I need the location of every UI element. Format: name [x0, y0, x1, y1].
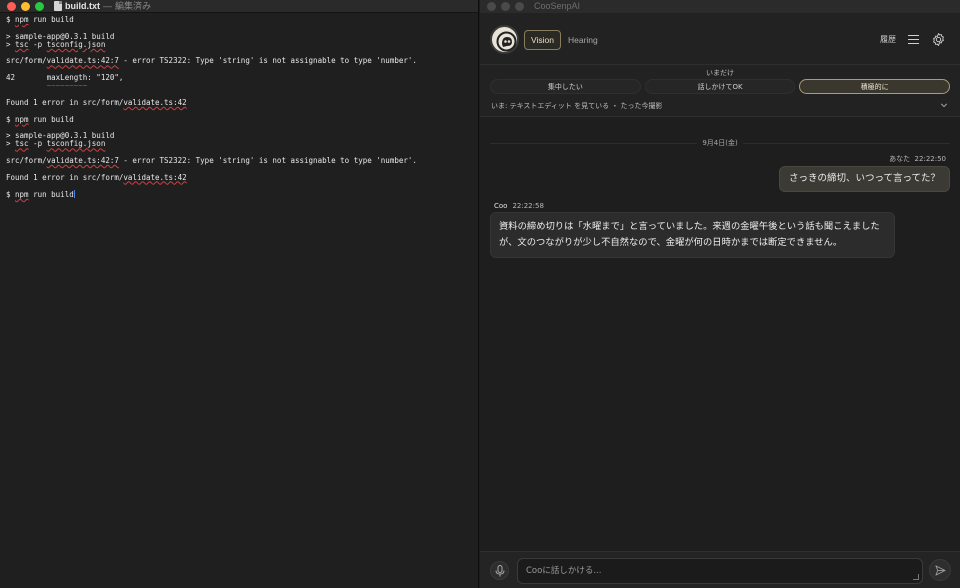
- app-header: Vision Hearing 履歴: [480, 13, 960, 65]
- zoom-window-button[interactable]: [35, 2, 44, 11]
- coo-message-line: 資料の締め切りは「水曜まで」と言っていました。来週の金曜午後という話も聞こえまし…: [499, 221, 880, 232]
- text-line: > tsc -p tsconfig.json: [0, 39, 478, 49]
- user-message-bubble: さっきの締切、いつって言ってた？: [778, 166, 950, 192]
- text-span: tsconfig.json: [46, 139, 106, 149]
- text-span: -p: [28, 39, 47, 49]
- text-line: Found 1 error in src/form/validate.ts:42: [0, 172, 478, 182]
- user-name: あなた: [889, 155, 911, 163]
- editor-filename: build.txt: [65, 1, 100, 11]
- app-titlebar: CooSenpAI: [480, 0, 960, 13]
- text-span: tsc: [15, 139, 29, 149]
- title-separator: —: [103, 1, 112, 11]
- text-span: src/form/: [6, 156, 47, 166]
- text-span: >: [6, 39, 16, 49]
- chat-log[interactable]: 9月4日(金) あなた 22:22:50 さっきの締切、いつって言ってた？ Co…: [480, 118, 960, 551]
- gear-icon[interactable]: [931, 32, 946, 47]
- chevron-down-icon[interactable]: [940, 101, 948, 109]
- text-line: ~~~~~~~~~: [0, 82, 478, 90]
- text-span: run build: [28, 114, 74, 124]
- file-icon: [54, 1, 62, 11]
- text-span: npm: [15, 190, 29, 200]
- text-line: Found 1 error in src/form/validate.ts:42: [0, 97, 478, 107]
- date-label: 9月4日(金): [697, 138, 743, 148]
- text-line: $ npm run build: [0, 15, 478, 24]
- text-span: tsc: [15, 39, 29, 49]
- user-message-meta: あなた 22:22:50: [889, 154, 946, 164]
- text-line: $ npm run build: [0, 190, 478, 200]
- close-window-button[interactable]: [487, 2, 496, 11]
- text-line: $ npm run build: [0, 114, 478, 124]
- menu-icon[interactable]: [908, 35, 919, 45]
- text-span: $: [6, 114, 16, 124]
- text-span: Found 1 error in src/form/: [6, 172, 124, 182]
- text-span: validate.ts:42: [123, 172, 187, 182]
- text-span: $: [6, 15, 16, 24]
- text-span: validate.ts:42:7: [46, 56, 119, 66]
- mode-option-ok-to-talk[interactable]: 話しかけてOK: [644, 79, 796, 94]
- text-line: src/form/validate.ts:42:7 - error TS2322…: [0, 156, 478, 166]
- history-button[interactable]: 履歴: [880, 34, 896, 46]
- zoom-window-button[interactable]: [515, 2, 524, 11]
- text-line: src/form/validate.ts:42:7 - error TS2322…: [0, 57, 478, 65]
- text-span: - error TS2322: Type 'string' is not ass…: [118, 156, 417, 166]
- text-span: tsconfig.json: [46, 39, 106, 49]
- send-icon: [935, 565, 946, 576]
- mic-button[interactable]: [490, 561, 509, 580]
- mode-segmented-control: 集中したい 話しかけてOK 積極的に: [490, 79, 951, 94]
- message-input-placeholder: Cooに話しかける...: [526, 566, 602, 576]
- send-button[interactable]: [929, 559, 951, 581]
- coo-logo-icon: [496, 31, 517, 52]
- text-span: src/form/: [6, 56, 47, 66]
- text-span: npm: [15, 114, 29, 124]
- user-time: 22:22:50: [914, 155, 946, 163]
- text-span: run build: [28, 190, 74, 200]
- editor-text-area[interactable]: $ npm run build > sample-app@0.3.1 build >…: [0, 13, 478, 199]
- date-separator: 9月4日(金): [490, 138, 950, 148]
- coo-time: 22:22:58: [512, 202, 544, 210]
- text-span: ~~~~~~~~~: [6, 81, 88, 91]
- mode-option-focus[interactable]: 集中したい: [490, 79, 641, 94]
- text-span: validate.ts:42:7: [46, 156, 119, 166]
- message-input[interactable]: Cooに話しかける...: [517, 558, 923, 584]
- text-span: npm: [15, 15, 29, 24]
- text-span: Found 1 error in src/form/: [6, 97, 124, 107]
- minimize-window-button[interactable]: [21, 2, 30, 11]
- coo-message-line: が、文のつながりが少し不自然なので、金曜が何の日時かまでは断定できません。: [499, 237, 843, 248]
- editor-titlebar: build.txt — 編集済み: [0, 0, 478, 13]
- coo-avatar: [490, 25, 519, 54]
- text-span: $: [6, 190, 16, 200]
- text-span: validate.ts:42: [123, 97, 187, 107]
- now-status: いま: テキストエディット を見ている ・ たった今撮影: [491, 102, 663, 110]
- text-span: - error TS2322: Type 'string' is not ass…: [118, 56, 417, 66]
- composer: Cooに話しかける...: [480, 551, 960, 588]
- mode-label: いまだけ: [706, 69, 734, 77]
- coo-message-bubble: 資料の締め切りは「水曜まで」と言っていました。来週の金曜午後という話も聞こえまし…: [490, 212, 895, 258]
- mic-icon: [495, 565, 505, 577]
- minimize-window-button[interactable]: [501, 2, 510, 11]
- close-window-button[interactable]: [7, 2, 16, 11]
- mode-option-active[interactable]: 積極的に: [799, 79, 951, 94]
- coosenpai-window: CooSenpAI Vision Hearing 履歴 いまだけ 集中したい 話…: [480, 0, 960, 588]
- editor-window: build.txt — 編集済み $ npm run build > sample-a…: [0, 0, 479, 588]
- tab-vision[interactable]: Vision: [524, 30, 561, 50]
- coo-name: Coo: [494, 202, 508, 210]
- text-line: > tsc -p tsconfig.json: [0, 140, 478, 148]
- tab-hearing[interactable]: Hearing: [568, 30, 598, 50]
- coo-message-meta: Coo 22:22:58: [494, 201, 544, 211]
- text-cursor: [73, 190, 75, 199]
- editor-window-title: build.txt — 編集済み: [65, 0, 151, 12]
- resize-handle-icon[interactable]: [913, 574, 919, 580]
- app-window-title: CooSenpAI: [534, 1, 581, 11]
- edited-state: 編集済み: [115, 1, 152, 11]
- text-span: >: [6, 139, 16, 149]
- text-span: -p: [28, 139, 47, 149]
- text-span: run build: [28, 15, 74, 24]
- mode-selector: いまだけ 集中したい 話しかけてOK 積極的に いま: テキストエディット を見…: [480, 65, 960, 117]
